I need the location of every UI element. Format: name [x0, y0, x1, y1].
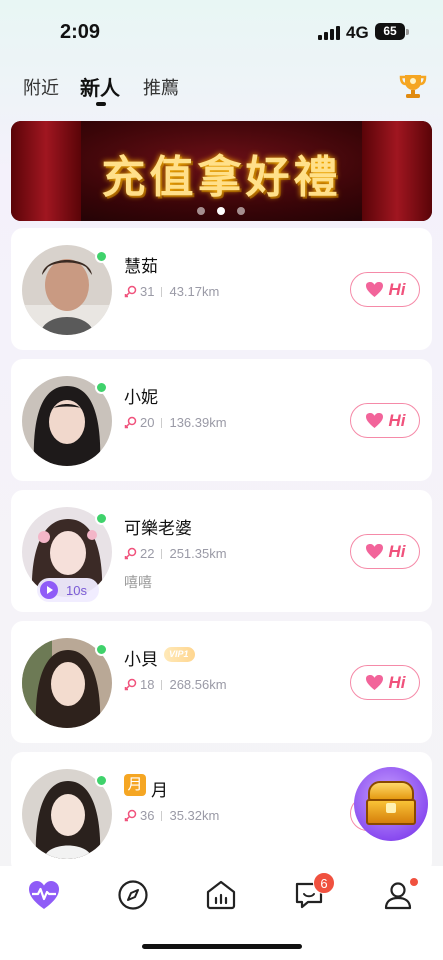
user-age: 31: [140, 284, 155, 299]
messages-badge: 6: [313, 872, 335, 894]
female-icon: [124, 809, 137, 822]
compass-icon[interactable]: [116, 878, 150, 912]
user-meta: 20 136.39km: [124, 415, 227, 430]
meta-divider: [161, 286, 163, 297]
user-name: 小貝: [124, 650, 158, 669]
heart-pulse-icon[interactable]: [27, 878, 61, 912]
meta-divider: [161, 417, 163, 428]
say-hi-button[interactable]: Hi: [350, 403, 420, 438]
month-tag: 月: [124, 774, 146, 796]
say-hi-label: Hi: [388, 672, 406, 692]
say-hi-button[interactable]: Hi: [350, 534, 420, 569]
online-indicator: [95, 643, 108, 656]
banner-dot-active: [217, 207, 225, 215]
promo-banner[interactable]: 充值拿好禮: [11, 121, 432, 221]
trophy-icon[interactable]: [398, 72, 428, 100]
banner-title: 充值拿好禮: [101, 152, 342, 203]
treasure-chest-icon: [368, 781, 414, 801]
tab-nearby[interactable]: 附近: [23, 74, 59, 100]
online-indicator: [95, 250, 108, 263]
user-name: 可樂老婆: [124, 519, 192, 538]
meta-divider: [161, 679, 163, 690]
user-name: 慧茹: [124, 257, 158, 276]
female-icon: [124, 678, 137, 691]
female-icon: [124, 416, 137, 429]
user-card[interactable]: 小貝 VIP1 18 268.56km Hi: [11, 621, 432, 743]
heart-icon: [365, 674, 383, 691]
online-indicator: [95, 774, 108, 787]
heart-icon: [365, 412, 383, 429]
user-name: 小妮: [124, 388, 158, 407]
female-icon: [124, 547, 137, 560]
profile-notification-dot: [410, 878, 418, 886]
status-bar: 2:09 4G 65: [0, 0, 443, 62]
treasure-chest-button[interactable]: [354, 767, 428, 841]
tab-newcomers[interactable]: 新人: [80, 72, 120, 101]
user-age: 36: [140, 808, 155, 823]
say-hi-label: Hi: [388, 279, 406, 299]
banner-dot: [237, 207, 245, 215]
user-name: 月: [151, 781, 168, 800]
user-card[interactable]: 慧茹 31 43.17km Hi: [11, 228, 432, 350]
signal-icon: [318, 25, 340, 40]
network-type: 4G: [346, 23, 369, 42]
meta-divider: [161, 810, 163, 821]
user-distance: 35.32km: [169, 808, 220, 823]
female-icon: [124, 285, 137, 298]
meta-divider: [161, 548, 163, 559]
user-age: 20: [140, 415, 155, 430]
video-intro-badge[interactable]: 10s: [37, 578, 99, 602]
user-meta: 31 43.17km: [124, 284, 219, 299]
home-indicator: [142, 944, 302, 949]
user-bio: 嘻嘻: [124, 574, 152, 590]
banner-dot: [197, 207, 205, 215]
user-distance: 43.17km: [169, 284, 220, 299]
user-age: 22: [140, 546, 155, 561]
say-hi-button[interactable]: Hi: [350, 272, 420, 307]
say-hi-label: Hi: [388, 541, 406, 561]
battery-tip: [406, 29, 409, 35]
home-icon[interactable]: [204, 878, 238, 912]
user-card[interactable]: 小妮 20 136.39km Hi: [11, 359, 432, 481]
user-meta: 22 251.35km: [124, 546, 227, 561]
user-age: 18: [140, 677, 155, 692]
banner-pagination: [197, 207, 257, 217]
user-meta: 18 268.56km: [124, 677, 227, 692]
heart-icon: [365, 543, 383, 560]
user-meta: 36 35.32km: [124, 808, 219, 823]
vip-badge: VIP1: [164, 647, 195, 662]
user-distance: 136.39km: [169, 415, 227, 430]
tab-indicator: [96, 102, 106, 106]
say-hi-button[interactable]: Hi: [350, 665, 420, 700]
chest-lock: [386, 803, 396, 813]
battery-icon: 65: [375, 23, 405, 40]
user-distance: 268.56km: [169, 677, 227, 692]
online-indicator: [95, 512, 108, 525]
user-distance: 251.35km: [169, 546, 227, 561]
play-icon: [40, 581, 58, 599]
tab-recommended[interactable]: 推薦: [143, 74, 179, 100]
top-tabs: 附近 新人 推薦: [0, 70, 443, 110]
video-length: 10s: [66, 582, 87, 598]
online-indicator: [95, 381, 108, 394]
user-card[interactable]: 10s 可樂老婆 22 251.35km 嘻嘻 Hi: [11, 490, 432, 612]
say-hi-label: Hi: [388, 410, 406, 430]
status-time: 2:09: [60, 21, 101, 43]
heart-icon: [365, 281, 383, 298]
